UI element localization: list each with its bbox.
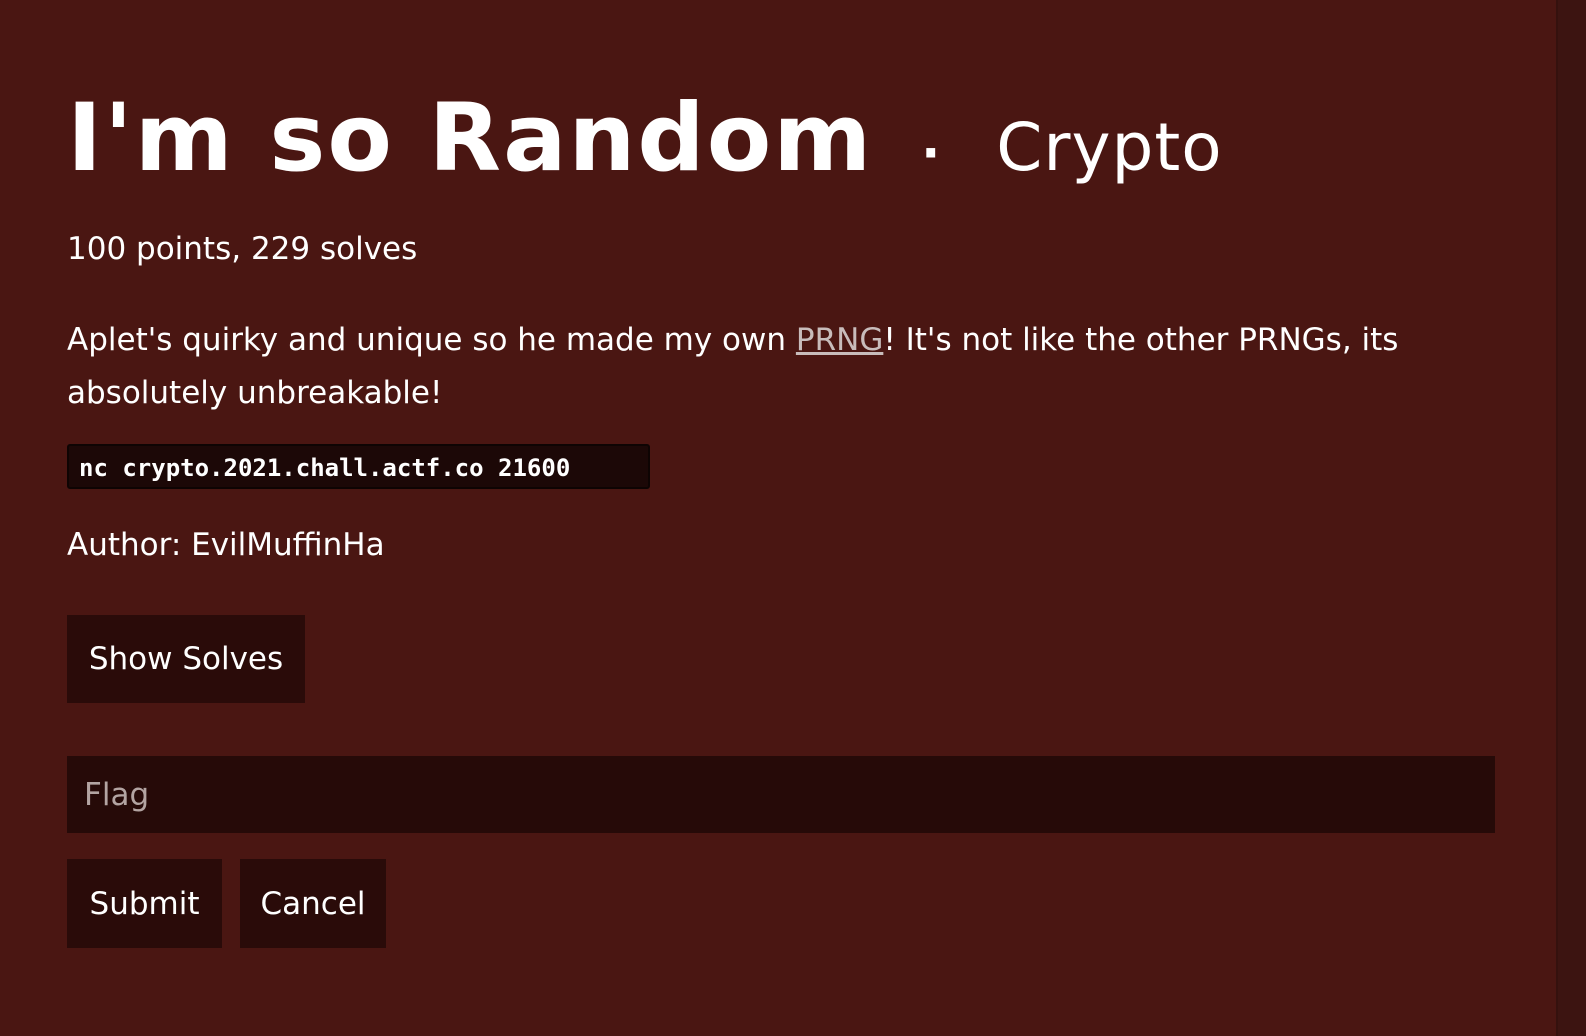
challenge-category: Crypto	[996, 109, 1223, 186]
connection-command: nc crypto.2021.chall.actf.co 21600	[67, 444, 650, 489]
flag-input[interactable]	[67, 756, 1495, 833]
challenge-author: Author: EvilMuffinHa	[67, 527, 385, 563]
challenge-meta: 100 points, 229 solves	[67, 231, 418, 267]
challenge-description: Aplet's quirky and unique so he made my …	[67, 314, 1507, 420]
title-row: I'm so Random · Crypto	[67, 92, 1223, 192]
submit-button[interactable]: Submit	[67, 859, 222, 948]
title-separator: ·	[921, 124, 941, 182]
background-page-edge	[1556, 0, 1586, 1036]
show-solves-button[interactable]: Show Solves	[67, 615, 305, 703]
description-text-before: Aplet's quirky and unique so he made my …	[67, 322, 796, 358]
challenge-title: I'm so Random	[67, 84, 874, 193]
cancel-button[interactable]: Cancel	[240, 859, 386, 948]
challenge-modal: I'm so Random · Crypto 100 points, 229 s…	[0, 0, 1556, 1036]
prng-link[interactable]: PRNG	[796, 322, 883, 358]
